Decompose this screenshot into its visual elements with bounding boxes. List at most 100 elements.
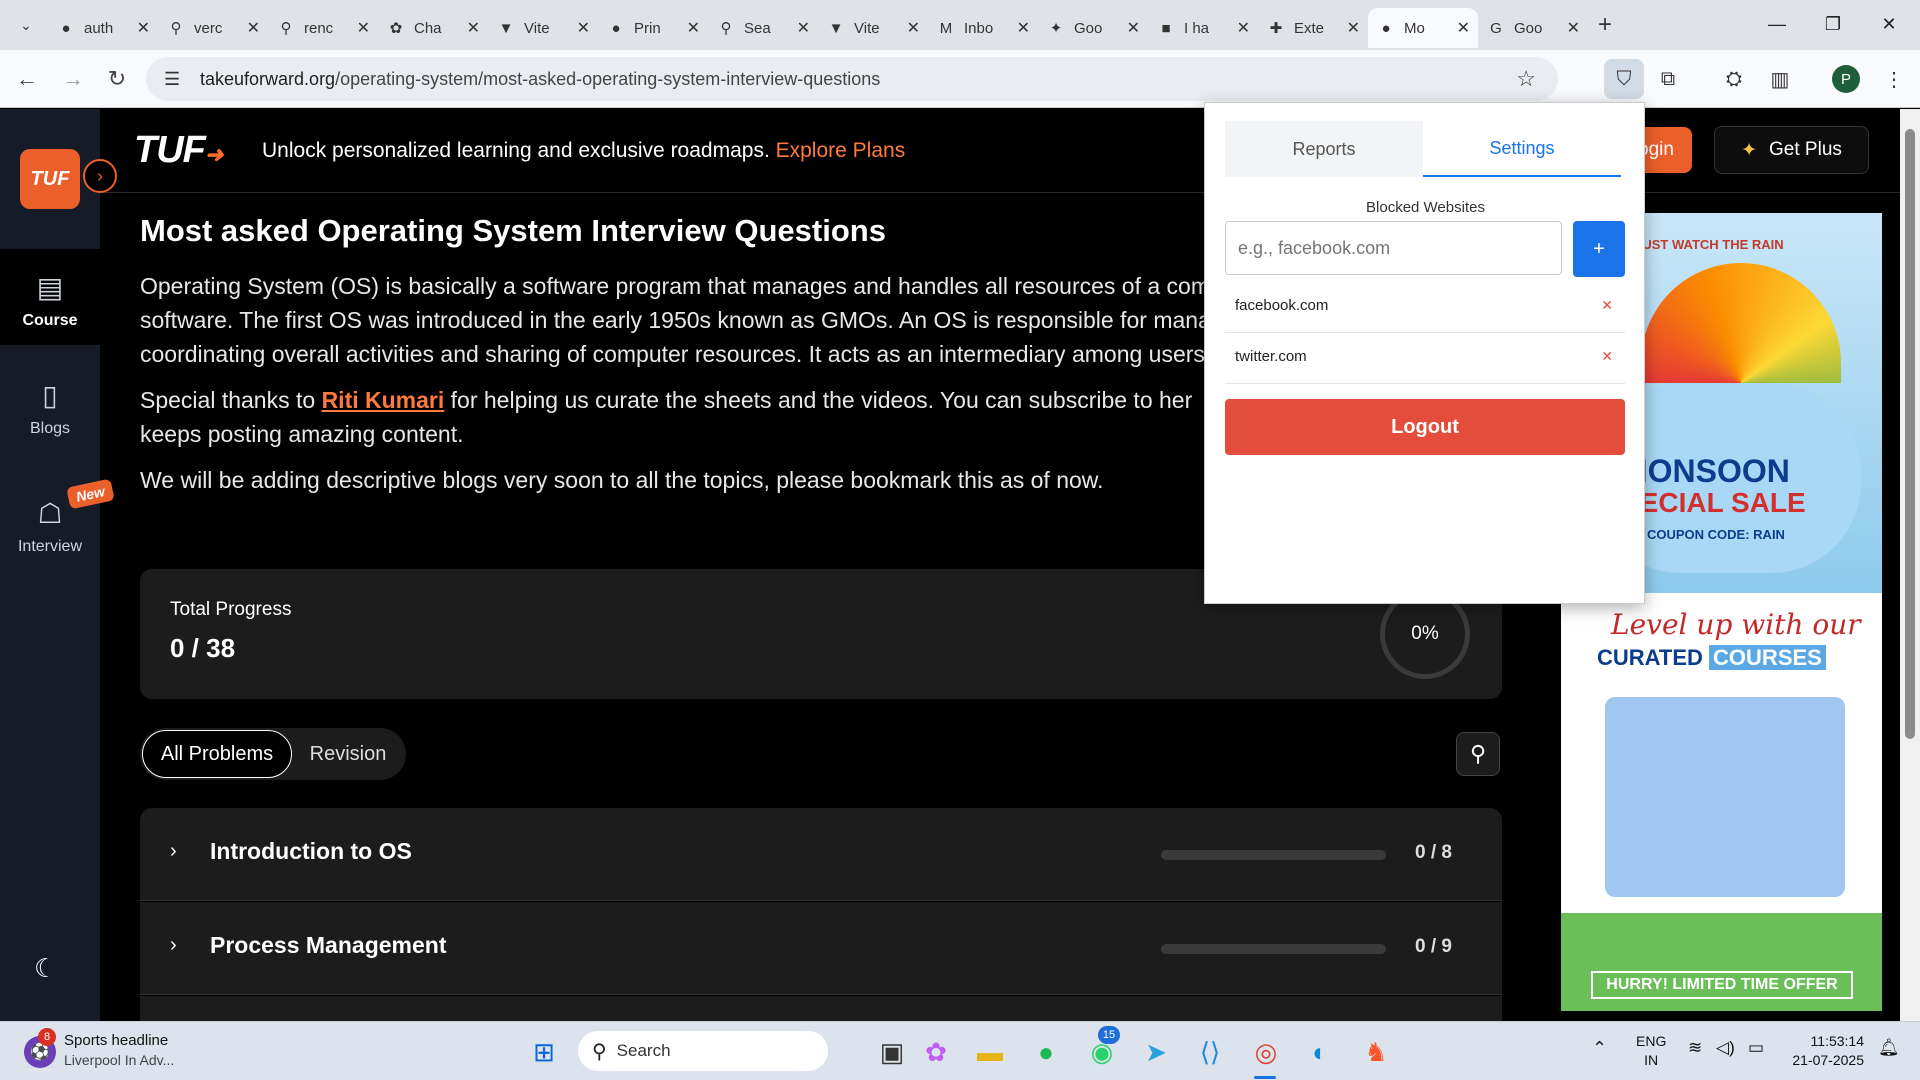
browser-tab[interactable]: ⚲ Sea ✕ bbox=[708, 8, 818, 48]
close-tab-icon[interactable]: ✕ bbox=[247, 18, 260, 38]
browser-tab[interactable]: ✚ Exte ✕ bbox=[1258, 8, 1368, 48]
github-icon: ● bbox=[611, 19, 621, 37]
logout-button[interactable]: Logout bbox=[1225, 399, 1625, 455]
browser-tab[interactable]: ■ I ha ✕ bbox=[1148, 8, 1258, 48]
browser-tab[interactable]: ● auth ✕ bbox=[48, 8, 158, 48]
close-tab-icon[interactable]: ✕ bbox=[577, 18, 590, 38]
tab-title: verc bbox=[194, 19, 223, 37]
edge-icon[interactable]: ◐ bbox=[1300, 1032, 1340, 1072]
extensions-puzzle-icon[interactable]: ⧉ bbox=[1652, 63, 1684, 95]
forward-icon[interactable]: → bbox=[56, 62, 90, 96]
side-panel-icon[interactable]: ▥ bbox=[1764, 63, 1796, 95]
browser-tab[interactable]: G Goo ✕ bbox=[1478, 8, 1588, 48]
profile-avatar[interactable]: P bbox=[1832, 65, 1860, 93]
file-explorer-icon[interactable]: ▬ bbox=[970, 1032, 1010, 1072]
wifi-icon[interactable]: ≋ bbox=[1688, 1038, 1702, 1058]
site-info-icon[interactable]: ☰ bbox=[164, 69, 186, 90]
new-tab-button[interactable]: + bbox=[1598, 11, 1612, 39]
add-site-button[interactable]: + bbox=[1573, 221, 1625, 277]
close-tab-icon[interactable]: ✕ bbox=[687, 18, 700, 38]
close-tab-icon[interactable]: ✕ bbox=[907, 18, 920, 38]
close-tab-icon[interactable]: ✕ bbox=[797, 18, 810, 38]
browser-tab[interactable]: M Inbo ✕ bbox=[928, 8, 1038, 48]
browser-tab[interactable]: ⚲ renc ✕ bbox=[268, 8, 378, 48]
browser-tab[interactable]: ⚲ verc ✕ bbox=[158, 8, 268, 48]
get-plus-button[interactable]: ✦ Get Plus bbox=[1714, 126, 1869, 174]
close-tab-icon[interactable]: ✕ bbox=[1017, 18, 1030, 38]
intro-line: Operating System (OS) is basically a sof… bbox=[140, 273, 1208, 299]
tuf-logo[interactable]: TUF➜ bbox=[134, 129, 223, 172]
new-badge: New bbox=[66, 478, 115, 510]
close-tab-icon[interactable]: ✕ bbox=[1567, 18, 1580, 38]
close-tab-icon[interactable]: ✕ bbox=[1127, 18, 1140, 38]
tray-overflow-icon[interactable]: ⌃ bbox=[1592, 1038, 1607, 1059]
minimize-icon[interactable]: — bbox=[1754, 0, 1800, 48]
revision-tab[interactable]: Revision bbox=[292, 730, 404, 778]
browser-tab[interactable]: ✦ Goo ✕ bbox=[1038, 8, 1148, 48]
reports-tab[interactable]: Reports bbox=[1225, 121, 1423, 177]
menu-kebab-icon[interactable]: ⋮ bbox=[1878, 63, 1910, 95]
copilot-icon[interactable]: ✿ bbox=[916, 1032, 956, 1072]
task-view-icon[interactable]: ▣ bbox=[872, 1032, 912, 1072]
news-title[interactable]: Sports headline bbox=[64, 1032, 168, 1049]
reload-icon[interactable]: ↻ bbox=[100, 62, 134, 96]
taskbar-search[interactable]: ⚲ Search bbox=[578, 1031, 828, 1071]
close-tab-icon[interactable]: ✕ bbox=[137, 18, 150, 38]
ad-levelup: Level up with our bbox=[1611, 608, 1861, 641]
address-bar[interactable]: ☰ takeuforward.org/operating-system/most… bbox=[146, 57, 1558, 101]
chrome-icon[interactable]: ◎ bbox=[1246, 1032, 1286, 1072]
search-problems-icon[interactable]: ⚲ bbox=[1456, 732, 1500, 776]
close-tab-icon[interactable]: ✕ bbox=[1237, 18, 1250, 38]
remove-site-icon[interactable]: ✕ bbox=[1601, 297, 1613, 314]
scroll-thumb[interactable] bbox=[1905, 129, 1915, 739]
expand-nav-icon[interactable]: › bbox=[83, 159, 117, 193]
umbrella-graphic bbox=[1641, 263, 1841, 383]
extension-blocker-icon[interactable]: ⛉ bbox=[1604, 59, 1644, 99]
settings-tab[interactable]: Settings bbox=[1423, 121, 1621, 177]
language-indicator[interactable]: ENG IN bbox=[1636, 1032, 1666, 1070]
battery-icon[interactable]: ▭ bbox=[1748, 1038, 1764, 1058]
notification-bell-icon[interactable]: 🔔︎ bbox=[1878, 1038, 1900, 1058]
close-tab-icon[interactable]: ✕ bbox=[357, 18, 370, 38]
riti-kumari-link[interactable]: Riti Kumari bbox=[322, 387, 445, 413]
section-row[interactable] bbox=[140, 996, 1502, 1021]
spotify-icon[interactable]: ● bbox=[1026, 1032, 1066, 1072]
close-tab-icon[interactable]: ✕ bbox=[467, 18, 480, 38]
browser-tab[interactable]: ● Prin ✕ bbox=[598, 8, 708, 48]
explore-plans-link[interactable]: Explore Plans bbox=[776, 139, 906, 162]
close-window-icon[interactable]: ✕ bbox=[1866, 0, 1912, 48]
close-tab-icon[interactable]: ✕ bbox=[1347, 18, 1360, 38]
close-tab-icon[interactable]: ✕ bbox=[1457, 18, 1470, 38]
nav-blogs[interactable]: ▯ Blogs bbox=[0, 379, 100, 438]
page-scrollbar[interactable] bbox=[1900, 109, 1920, 1021]
notion-icon: ■ bbox=[1161, 19, 1171, 37]
nav-course[interactable]: ▤ Course bbox=[0, 249, 100, 345]
browser-tab[interactable]: ▼ Vite ✕ bbox=[818, 8, 928, 48]
remove-site-icon[interactable]: ✕ bbox=[1601, 348, 1613, 365]
volume-icon[interactable]: ◁) bbox=[1716, 1038, 1735, 1058]
brave-icon[interactable]: ♞ bbox=[1356, 1032, 1396, 1072]
telegram-icon[interactable]: ➤ bbox=[1136, 1032, 1176, 1072]
url-text[interactable]: takeuforward.org/operating-system/most-a… bbox=[200, 69, 880, 90]
all-problems-tab[interactable]: All Problems bbox=[142, 730, 292, 778]
sparkle-icon: ✦ bbox=[1741, 139, 1758, 161]
bookmark-star-icon[interactable]: ☆ bbox=[1516, 66, 1536, 92]
blocked-site-input[interactable] bbox=[1225, 221, 1562, 275]
section-row[interactable]: › Process Management 0 / 9 bbox=[140, 902, 1502, 995]
tab-search-icon[interactable]: ⌄ bbox=[8, 7, 44, 43]
clock[interactable]: 11:53:14 21-07-2025 bbox=[1788, 1032, 1864, 1070]
ad-cta[interactable]: HURRY! LIMITED TIME OFFER bbox=[1591, 971, 1853, 999]
browser-tab[interactable]: ▼ Vite ✕ bbox=[488, 8, 598, 48]
tuf-logo-badge[interactable]: TUF bbox=[20, 149, 80, 209]
browser-tab[interactable]: ✿ Cha ✕ bbox=[378, 8, 488, 48]
windows-start-icon[interactable]: ⊞ bbox=[524, 1032, 564, 1072]
section-row[interactable]: › Introduction to OS 0 / 8 bbox=[140, 808, 1502, 901]
incognito-icon[interactable]: ⛭ bbox=[1718, 63, 1750, 95]
vscode-icon[interactable]: ⟨⟩ bbox=[1190, 1032, 1230, 1072]
news-subtitle[interactable]: Liverpool In Adv... bbox=[64, 1052, 174, 1068]
back-icon[interactable]: ← bbox=[10, 62, 44, 96]
restore-icon[interactable]: ❐ bbox=[1810, 0, 1856, 48]
dark-mode-moon-icon[interactable]: ☾ bbox=[34, 953, 57, 984]
browser-tab[interactable]: ● Mo ✕ bbox=[1368, 8, 1478, 48]
blocked-site-name: twitter.com bbox=[1235, 348, 1307, 365]
